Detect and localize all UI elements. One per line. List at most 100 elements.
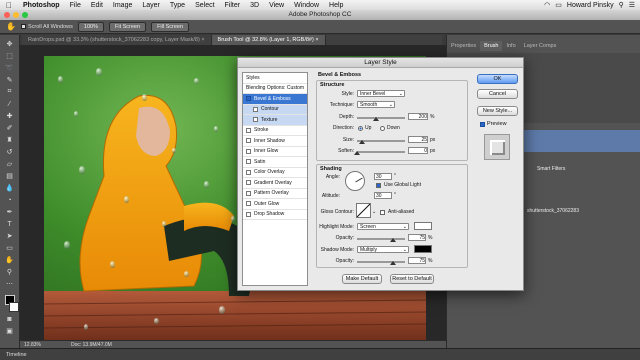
- direction-up-radio[interactable]: [358, 126, 363, 131]
- shadow-opacity-field[interactable]: 75: [408, 257, 426, 264]
- shadow-mode-select[interactable]: Multiply ⌄: [357, 246, 409, 253]
- menu-view[interactable]: View: [264, 2, 289, 9]
- menu-layer[interactable]: Layer: [137, 2, 165, 9]
- quick-mask-icon[interactable]: ◙: [3, 314, 17, 324]
- shape-tool-icon[interactable]: ▭: [3, 243, 17, 253]
- reset-default-button[interactable]: Reset to Default: [390, 274, 434, 284]
- zoom-level[interactable]: 12.83%: [24, 342, 41, 348]
- pen-tool-icon[interactable]: ✒: [3, 207, 17, 217]
- inner-shadow-checkbox[interactable]: [246, 138, 251, 144]
- menu-3d[interactable]: 3D: [245, 2, 264, 9]
- tab-raindrops[interactable]: RainDrops.psd @ 33.3% (shutterstock_3706…: [22, 35, 212, 45]
- highlight-mode-select[interactable]: Screen ⌄: [357, 223, 409, 230]
- anti-aliased-label[interactable]: Anti-aliased: [388, 209, 414, 215]
- outer-glow-checkbox[interactable]: [246, 201, 251, 207]
- scroll-all-windows-checkbox[interactable]: Scroll All Windows: [20, 24, 73, 30]
- color-overlay-checkbox[interactable]: [246, 169, 251, 175]
- zoom-100-button[interactable]: 100%: [77, 21, 104, 32]
- menu-app[interactable]: Photoshop: [18, 2, 65, 9]
- eyedropper-tool-icon[interactable]: ⁄: [3, 99, 17, 109]
- cancel-button[interactable]: Cancel: [477, 89, 518, 99]
- battery-icon[interactable]: ▭: [555, 1, 562, 9]
- highlight-color-swatch[interactable]: [414, 222, 432, 230]
- texture-checkbox[interactable]: [253, 117, 258, 123]
- angle-wheel[interactable]: [345, 171, 365, 191]
- layer-name[interactable]: shutterstock_37062283: [527, 208, 579, 214]
- stroke-checkbox[interactable]: [246, 127, 251, 133]
- soften-slider-thumb[interactable]: [354, 151, 360, 155]
- technique-select[interactable]: Smooth ⌄: [357, 101, 395, 108]
- contour-checkbox[interactable]: [253, 106, 258, 112]
- fit-screen-button[interactable]: Fit Screen: [108, 21, 147, 32]
- blending-options-item[interactable]: Blending Options: Custom: [243, 84, 307, 94]
- menu-image[interactable]: Image: [108, 2, 137, 9]
- tab-properties[interactable]: Properties: [447, 41, 480, 51]
- notification-icon[interactable]: ☰: [629, 1, 635, 9]
- menu-file[interactable]: File: [65, 2, 86, 9]
- use-global-light-label[interactable]: Use Global Light: [384, 182, 421, 188]
- outer-glow-item[interactable]: Outer Glow: [243, 199, 307, 210]
- fill-screen-button[interactable]: Fill Screen: [151, 21, 190, 32]
- inner-glow-checkbox[interactable]: [246, 148, 251, 154]
- stroke-item[interactable]: Stroke: [243, 126, 307, 136]
- tab-info[interactable]: Info: [502, 41, 519, 51]
- screen-mode-icon[interactable]: ▣: [3, 326, 17, 336]
- size-field[interactable]: 25: [408, 136, 428, 143]
- make-default-button[interactable]: Make Default: [342, 274, 382, 284]
- path-select-tool-icon[interactable]: ➤: [3, 231, 17, 241]
- new-style-button[interactable]: New Style...: [477, 106, 518, 116]
- gradient-tool-icon[interactable]: ▤: [3, 171, 17, 181]
- gloss-contour-picker[interactable]: [356, 203, 371, 218]
- style-select[interactable]: Inner Bevel ⌄: [357, 90, 405, 97]
- history-brush-tool-icon[interactable]: ↺: [3, 147, 17, 157]
- wifi-icon[interactable]: ◠: [544, 1, 550, 9]
- tab-layer-comps[interactable]: Layer Comps: [520, 41, 561, 51]
- dodge-tool-icon[interactable]: ◔: [3, 195, 17, 205]
- contour-item[interactable]: Contour: [243, 104, 307, 115]
- satin-checkbox[interactable]: [246, 159, 251, 165]
- hand-tool-icon-sidebar[interactable]: ✋: [3, 255, 17, 265]
- menu-window[interactable]: Window: [289, 2, 324, 9]
- shadow-opacity-track[interactable]: [357, 261, 405, 263]
- size-slider-thumb[interactable]: [359, 140, 365, 144]
- timeline-label[interactable]: Timeline: [6, 352, 27, 358]
- crop-tool-icon[interactable]: ⌗: [3, 87, 17, 97]
- use-global-light-checkbox[interactable]: [376, 183, 381, 188]
- clone-stamp-tool-icon[interactable]: ♜: [3, 135, 17, 145]
- depth-slider-thumb[interactable]: [373, 117, 379, 121]
- apple-icon[interactable]: : [0, 1, 18, 10]
- close-window-icon[interactable]: [4, 12, 10, 18]
- drop-shadow-item[interactable]: Drop Shadow: [243, 210, 307, 220]
- checkbox-box[interactable]: [20, 24, 26, 29]
- direction-up-label[interactable]: Up: [365, 125, 371, 131]
- gradient-overlay-item[interactable]: Gradient Overlay: [243, 178, 307, 189]
- satin-item[interactable]: Satin: [243, 157, 307, 168]
- highlight-opacity-thumb[interactable]: [390, 238, 396, 242]
- healing-brush-tool-icon[interactable]: ✚: [3, 111, 17, 121]
- styles-header[interactable]: Styles: [243, 73, 307, 84]
- inner-shadow-item[interactable]: Inner Shadow: [243, 136, 307, 147]
- soften-field[interactable]: 0: [408, 147, 428, 154]
- preview-checkbox[interactable]: [480, 122, 485, 127]
- shadow-opacity-thumb[interactable]: [390, 261, 396, 265]
- menu-edit[interactable]: Edit: [86, 2, 108, 9]
- eraser-tool-icon[interactable]: ▱: [3, 159, 17, 169]
- type-tool-icon[interactable]: T: [3, 219, 17, 229]
- user-name[interactable]: Howard Pinsky: [567, 2, 614, 9]
- search-icon[interactable]: ⚲: [619, 1, 624, 9]
- depth-slider-track[interactable]: [357, 117, 405, 119]
- anti-aliased-checkbox[interactable]: [380, 210, 385, 215]
- preview-label[interactable]: Preview: [487, 121, 507, 127]
- inner-glow-item[interactable]: Inner Glow: [243, 147, 307, 157]
- smart-filters-label[interactable]: Smart Filters: [537, 166, 565, 172]
- chevron-down-icon[interactable]: ⌄: [372, 209, 376, 215]
- hand-tool-icon[interactable]: ✋: [6, 22, 16, 31]
- blur-tool-icon[interactable]: 💧: [3, 183, 17, 193]
- move-tool-icon[interactable]: ✥: [3, 39, 17, 49]
- highlight-opacity-field[interactable]: 75: [408, 234, 426, 241]
- bevel-emboss-checkbox[interactable]: [246, 96, 251, 102]
- more-tools-icon[interactable]: ⋯: [3, 279, 17, 289]
- angle-field[interactable]: 30: [374, 173, 392, 180]
- highlight-opacity-track[interactable]: [357, 238, 405, 240]
- soften-slider-track[interactable]: [357, 151, 405, 153]
